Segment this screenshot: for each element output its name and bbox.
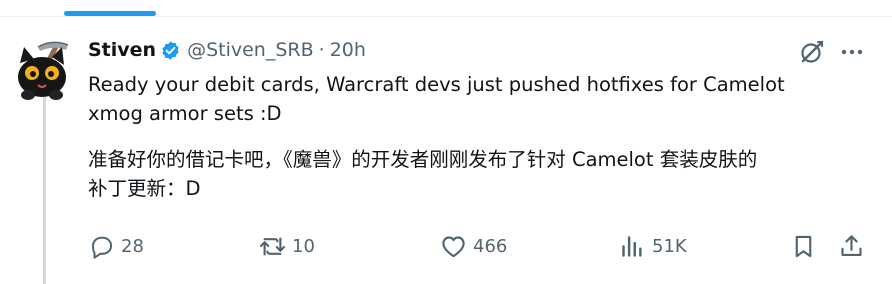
reply-icon <box>92 236 113 259</box>
divider <box>0 16 892 17</box>
views-chart-icon <box>622 235 642 257</box>
like-count: 466 <box>473 235 508 257</box>
avatar[interactable] <box>12 39 76 103</box>
bookmark-button[interactable] <box>790 230 817 262</box>
author-handle[interactable]: @Stiven_SRB <box>187 39 314 61</box>
avatar-cat-image <box>18 41 69 100</box>
repost-icon <box>259 237 286 255</box>
post-text-translation: 准备好你的借记卡吧，《魔兽》的开发者刚刚发布了针对 Camelot 套装皮肤的 … <box>88 148 758 200</box>
reply-button[interactable]: 28 <box>88 230 144 262</box>
share-button[interactable] <box>838 230 865 262</box>
post-text-english: Ready your debit cards, Warcraft devs ju… <box>88 73 785 125</box>
views-count: 51K <box>652 235 687 257</box>
views-button[interactable]: 51K <box>619 230 687 262</box>
bookmark-icon <box>795 235 812 257</box>
post-header: Stiven @Stiven_SRB · 20h <box>88 36 366 64</box>
grok-icon <box>801 40 824 63</box>
thread-line <box>43 96 46 284</box>
separator-dot: · <box>318 39 325 61</box>
repost-count: 10 <box>292 235 315 257</box>
like-button[interactable]: 466 <box>440 230 507 262</box>
more-options-button[interactable] <box>838 40 866 64</box>
grok-button[interactable] <box>798 38 826 66</box>
repost-button[interactable]: 10 <box>259 230 315 262</box>
share-icon <box>841 234 862 256</box>
author-name[interactable]: Stiven <box>88 39 156 61</box>
verified-badge-icon <box>162 40 179 60</box>
more-options-icon <box>841 49 863 55</box>
post-time[interactable]: 20h <box>330 39 366 61</box>
reply-count: 28 <box>121 235 144 257</box>
heart-icon <box>442 235 465 257</box>
